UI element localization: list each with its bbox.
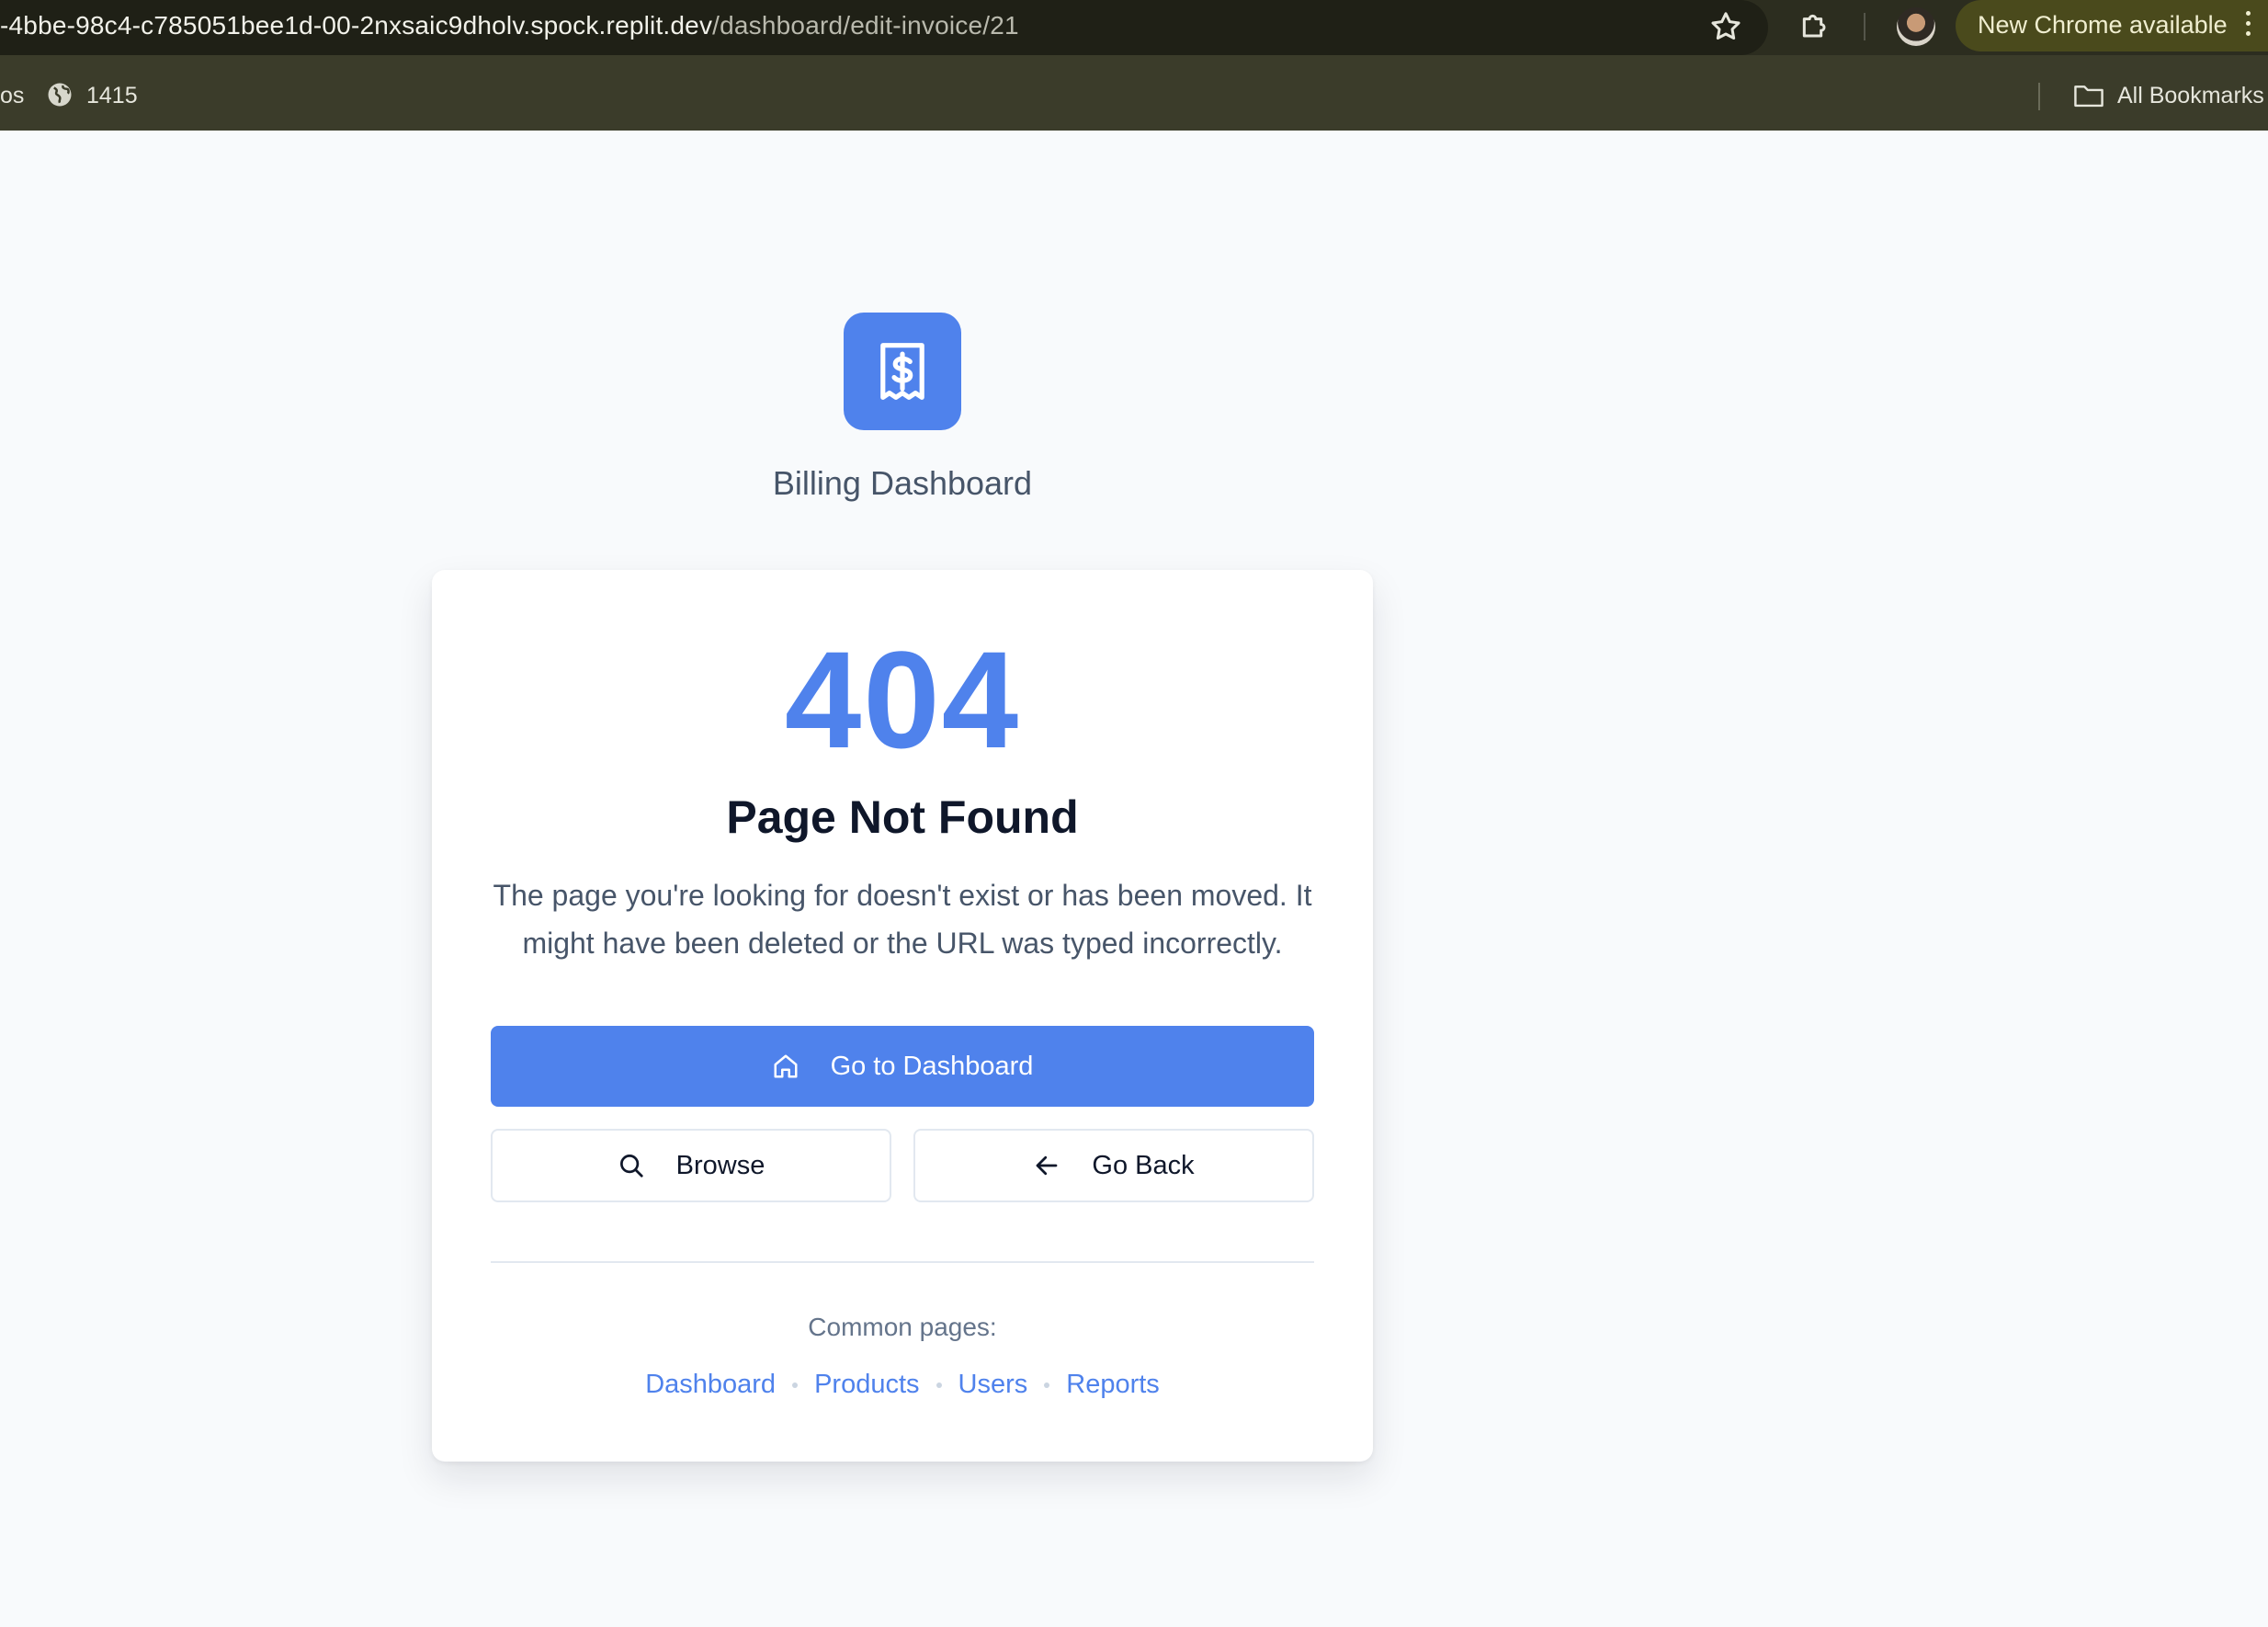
url-text[interactable]: -4bbe-98c4-c785051bee1d-00-2nxsaic9dholv… [0, 11, 1019, 40]
search-icon [619, 1155, 643, 1178]
error-message: The page you're looking for doesn't exis… [493, 879, 1312, 960]
error-code: 404 [784, 622, 1021, 777]
go-back-button[interactable]: Go Back [913, 1129, 1314, 1202]
section-divider [491, 1261, 1314, 1263]
url-host: -4bbe-98c4-c785051bee1d-00-2nxsaic9dholv… [0, 11, 713, 40]
link-reports[interactable]: Reports [1066, 1370, 1160, 1400]
bookmark-item[interactable]: 1415 [86, 83, 138, 109]
link-products[interactable]: Products [814, 1370, 919, 1400]
bookmark-star-icon[interactable] [1707, 8, 1744, 45]
browser-toolbar: -4bbe-98c4-c785051bee1d-00-2nxsaic9dholv… [0, 0, 2268, 55]
link-separator [1044, 1382, 1050, 1388]
go-to-dashboard-label: Go to Dashboard [830, 1051, 1034, 1081]
link-separator [792, 1382, 799, 1388]
receipt-dollar-icon [880, 343, 924, 400]
browse-button[interactable]: Browse [491, 1129, 891, 1202]
arrow-left-icon [1037, 1155, 1058, 1176]
common-pages-links: Dashboard Products Users Reports [432, 1370, 1373, 1400]
bookmarks-bar: os 1415 All Bookmarks [0, 55, 2268, 131]
app-name: Billing Dashboard [772, 464, 1033, 502]
globe-icon [48, 83, 72, 107]
all-bookmarks-button[interactable]: All Bookmarks [2117, 83, 2264, 109]
common-pages-label: Common pages: [808, 1313, 997, 1341]
link-separator [936, 1382, 942, 1388]
browse-label: Browse [675, 1150, 765, 1180]
folder-icon [2074, 85, 2104, 108]
error-title: Page Not Found [726, 791, 1079, 843]
link-dashboard[interactable]: Dashboard [645, 1370, 776, 1400]
extensions-puzzle-icon[interactable] [1797, 8, 1833, 45]
error-card: 404 Page Not Found The page you're looki… [432, 570, 1373, 1462]
home-icon [774, 1054, 798, 1078]
update-label: New Chrome available [1978, 11, 2228, 39]
bookmark-partial[interactable]: os [0, 83, 24, 109]
more-menu-icon[interactable] [2244, 11, 2253, 40]
chrome-update-button[interactable]: New Chrome available [1956, 0, 2268, 51]
address-bar[interactable]: -4bbe-98c4-c785051bee1d-00-2nxsaic9dholv… [0, 0, 1768, 55]
go-back-label: Go Back [1092, 1150, 1195, 1180]
go-to-dashboard-button[interactable]: Go to Dashboard [491, 1026, 1314, 1107]
bookmarks-divider [2038, 83, 2040, 110]
url-path: /dashboard/edit-invoice/21 [712, 11, 1019, 40]
toolbar-divider [1864, 13, 1865, 40]
profile-avatar[interactable] [1897, 7, 1935, 46]
link-users[interactable]: Users [958, 1370, 1028, 1400]
app-logo [844, 313, 961, 430]
